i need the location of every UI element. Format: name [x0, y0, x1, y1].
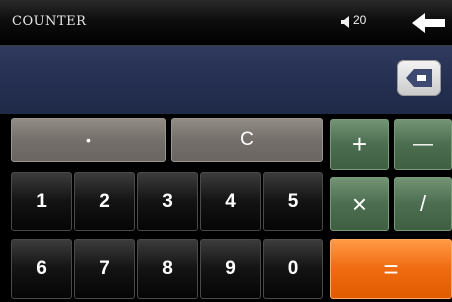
digit-6-button[interactable]: 6 — [11, 239, 72, 299]
clear-button[interactable]: C — [171, 118, 323, 162]
display-panel — [0, 46, 452, 114]
app-title: COUNTER — [12, 14, 87, 29]
backspace-icon — [406, 69, 432, 87]
digit-5-button[interactable]: 5 — [263, 172, 323, 231]
decimal-point-button[interactable]: • — [11, 118, 166, 162]
backspace-button[interactable] — [397, 60, 441, 96]
digit-3-button[interactable]: 3 — [137, 172, 198, 231]
digit-0-button[interactable]: 0 — [263, 239, 323, 299]
top-bar: COUNTER 20 — [0, 0, 452, 46]
volume-level: 20 — [353, 13, 367, 27]
digit-8-button[interactable]: 8 — [137, 239, 198, 299]
back-arrow-icon — [412, 13, 445, 33]
digit-2-button[interactable]: 2 — [74, 172, 135, 231]
minus-button[interactable]: — — [394, 119, 452, 170]
digit-9-button[interactable]: 9 — [200, 239, 261, 299]
speaker-icon — [341, 16, 349, 28]
divide-button[interactable]: / — [394, 177, 452, 231]
plus-button[interactable]: + — [330, 119, 389, 170]
equals-button[interactable]: = — [330, 239, 452, 299]
digit-4-button[interactable]: 4 — [200, 172, 261, 231]
digit-1-button[interactable]: 1 — [11, 172, 72, 231]
multiply-button[interactable]: × — [330, 177, 389, 231]
volume-indicator[interactable]: 20 — [341, 10, 375, 34]
digit-7-button[interactable]: 7 — [74, 239, 135, 299]
back-button[interactable] — [412, 12, 446, 34]
